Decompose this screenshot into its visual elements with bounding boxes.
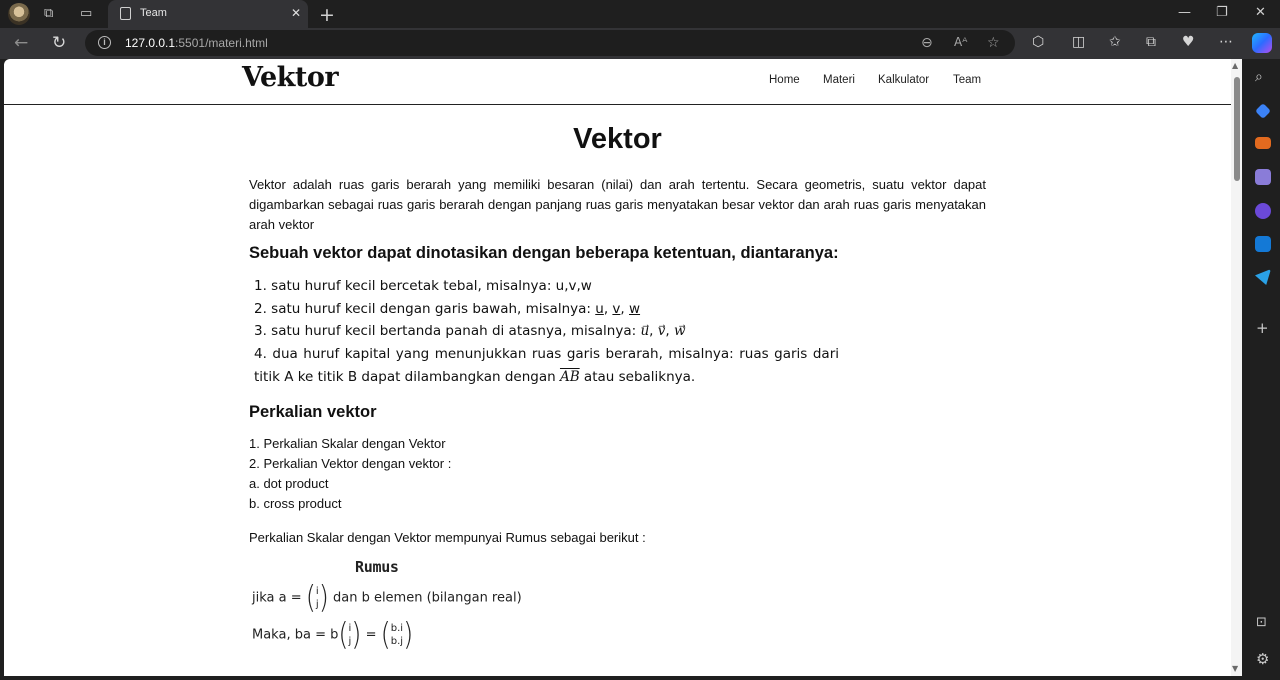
favorite-star-icon[interactable]: ☆ [987,35,1000,51]
formula-line-2: Maka, ba = b(i j) = (b.i b.j) [252,617,414,653]
formula-line-1: jika a = (i j) dan b elemen (bilangan rea… [252,580,522,616]
page-icon [120,7,131,20]
window-close-icon[interactable]: ✕ [1255,5,1266,20]
multiplication-item: a. dot product [249,476,329,492]
more-menu-icon[interactable]: ⋯ [1219,34,1233,50]
url-text[interactable]: 127.0.0.1:5501/materi.html [125,36,268,50]
notation-item-3: 3. satu huruf kecil bertanda panah di at… [254,323,686,340]
close-tab-icon[interactable]: ✕ [291,6,301,20]
maximize-icon[interactable]: ❐ [1216,5,1228,20]
formula-title: Rumus [355,558,399,576]
outlook-icon[interactable] [1255,236,1271,252]
notation-item-1: 1. satu huruf kecil bercetak tebal, misa… [254,278,592,294]
nav-kalkulator[interactable]: Kalkulator [878,74,929,86]
split-screen-icon[interactable]: ◫ [1072,34,1085,50]
copilot-icon[interactable] [1252,33,1272,53]
browser-toolbar: ← ↻ i 127.0.0.1:5501/materi.html ⊖ Aᴬ ☆ … [0,28,1280,59]
tab-title: Team [140,7,167,19]
refresh-icon[interactable]: ↻ [52,33,66,53]
multiplication-list: 1. Perkalian Skalar dengan Vektor 2. Per… [249,434,986,515]
address-bar[interactable]: i 127.0.0.1:5501/materi.html ⊖ Aᴬ ☆ [85,30,1015,56]
multiplication-item: 1. Perkalian Skalar dengan Vektor [249,435,446,451]
site-logo[interactable]: Vektor [242,62,339,93]
collections-icon[interactable]: ⧉ [1146,34,1156,50]
nav-materi[interactable]: Materi [823,74,855,86]
copilot-app-icon[interactable] [1255,203,1271,219]
multiplication-heading: Perkalian vektor [249,402,377,421]
notation-list: 1. satu huruf kecil bercetak tebal, misa… [249,275,839,389]
page-viewport: Vektor Home Materi Kalkulator Team Vekto… [4,59,1242,676]
site-info-icon[interactable]: i [98,36,111,49]
tools-icon[interactable] [1255,137,1271,149]
tab-actions-icon[interactable]: ▭ [80,7,92,20]
read-aloud-icon[interactable]: Aᴬ [954,35,967,49]
nav-home[interactable]: Home [769,74,800,86]
formula-image: Rumus jika a = (i j) dan b elemen (bilang… [249,556,986,653]
page-title: Vektor [573,123,662,155]
send-icon[interactable] [1255,269,1271,285]
scroll-up-icon[interactable]: ▲ [1232,61,1238,70]
formula-intro: Perkalian Skalar dengan Vektor mempunyai… [249,529,646,545]
multiplication-item: 2. Perkalian Vektor dengan vektor : [249,455,452,471]
sidebar-search-icon[interactable]: ⌕ [1255,70,1263,84]
notation-heading: Sebuah vektor dapat dinotasikan dengan b… [249,244,839,262]
edge-sidebar: ⌕ + ⊡ ⚙ [1245,59,1280,680]
workspaces-icon[interactable]: ⧉ [44,7,53,20]
shopping-tag-icon[interactable] [1255,103,1271,119]
back-icon[interactable]: ← [14,33,28,53]
browser-essentials-icon[interactable]: ♥ [1182,34,1195,50]
favorites-icon[interactable]: ✩ [1109,34,1121,50]
scrollbar-thumb[interactable] [1234,77,1240,181]
tab-team[interactable]: Team ✕ [108,0,308,28]
scroll-down-icon[interactable]: ▼ [1232,664,1238,673]
minimize-icon[interactable]: — [1178,5,1191,20]
multiplication-item: b. cross product [249,496,342,512]
extensions-icon[interactable]: ⬡ [1032,34,1044,50]
profile-avatar[interactable] [8,3,30,25]
page-scrollbar[interactable]: ▲ ▼ [1231,59,1242,676]
intro-paragraph: Vektor adalah ruas garis berarah yang me… [249,177,986,232]
add-sidebar-app-icon[interactable]: + [1256,321,1269,336]
main-content: Vektor Vektor adalah ruas garis berarah … [249,123,986,653]
nav-team[interactable]: Team [953,74,981,86]
games-icon[interactable] [1255,169,1271,185]
notation-item-2: 2. satu huruf kecil dengan garis bawah, … [254,300,641,317]
sidebar-settings-icon[interactable]: ⚙ [1256,652,1269,667]
screenshot-icon[interactable]: ⊡ [1256,616,1267,629]
browser-tab-bar: ⧉ ▭ Team ✕ + — ❐ ✕ [0,0,1280,28]
notation-item-4: 4. dua huruf kapital yang menunjukkan ru… [254,346,839,385]
zoom-icon[interactable]: ⊖ [921,35,933,51]
new-tab-icon[interactable]: + [319,4,335,26]
site-header: Vektor Home Materi Kalkulator Team [4,59,1231,105]
